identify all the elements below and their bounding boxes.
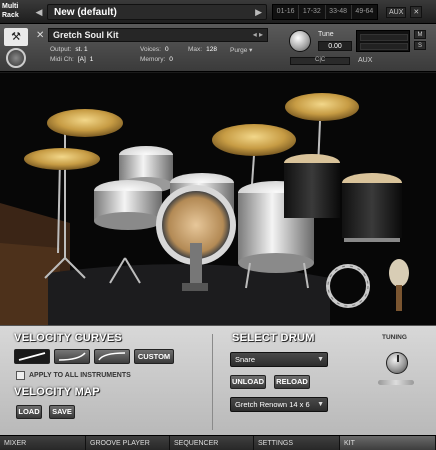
custom-curve-button[interactable]: CUSTOM — [134, 349, 174, 364]
instrument-nav-icon[interactable]: ◂ ▸ — [253, 30, 263, 39]
meter-right — [360, 43, 408, 50]
prev-preset-icon[interactable]: ◀ — [34, 6, 44, 18]
memory-value: 0 — [169, 56, 173, 63]
curve-linear-button[interactable] — [14, 349, 50, 364]
tab-mixer[interactable]: MIXER — [0, 436, 86, 450]
aux-toggle[interactable]: AUX — [386, 6, 407, 18]
purge-menu[interactable]: Purge ▾ — [230, 46, 252, 54]
reload-button[interactable]: RELOAD — [274, 375, 310, 389]
velocity-map-title: VELOCITY MAP — [14, 386, 100, 398]
instrument-name: Gretch Soul Kit — [53, 30, 119, 40]
curve-soft-button[interactable] — [54, 349, 90, 364]
rack-close-icon[interactable]: ✕ — [410, 6, 423, 18]
voices-param: Voices: 0 — [140, 46, 169, 53]
max-param[interactable]: Max: 128 — [188, 46, 217, 53]
kit-control-panel: VELOCITY CURVES CUSTOM APPLY TO ALL INST… — [0, 325, 436, 435]
purge-label: Purge — [230, 47, 248, 54]
pan-value: C|C — [315, 57, 326, 63]
rack-toolbar: Multi Rack ◀ New (default) ▶ 01-16 17-32… — [0, 0, 436, 24]
instrument-header: ⚒ ✕ Gretch Soul Kit ◂ ▸ Output: st. 1 Mid… — [0, 24, 436, 72]
tab-settings[interactable]: SETTINGS — [254, 436, 340, 450]
multi-rack-logo[interactable]: Multi Rack — [2, 2, 28, 22]
logo-line1: Multi — [2, 3, 19, 10]
tab-kit[interactable]: KIT — [340, 436, 436, 450]
select-drum-title: SELECT DRUM — [232, 332, 315, 344]
drum-kit-illustration — [0, 73, 436, 325]
mute-solo-group: M S — [414, 30, 426, 50]
curve-hard-button[interactable] — [94, 349, 130, 364]
panel-divider — [212, 334, 213, 430]
logo-line2: Rack — [2, 12, 19, 19]
drum-kit-image[interactable] — [0, 73, 436, 325]
mute-button[interactable]: M — [414, 30, 426, 39]
tuning-label: TUNING — [382, 334, 407, 341]
tab-sequencer[interactable]: SEQUENCER — [170, 436, 254, 450]
page-tab[interactable]: 01-16 — [273, 5, 300, 19]
tune-knob[interactable] — [289, 30, 311, 52]
chevron-down-icon: ▼ — [317, 356, 324, 363]
memory-label: Memory: — [140, 56, 166, 63]
midi-channel: 1 — [89, 56, 94, 63]
solo-button[interactable]: S — [414, 41, 426, 50]
drum-select-value: Snare — [235, 355, 256, 364]
unload-button[interactable]: UNLOAD — [230, 375, 266, 389]
instrument-icon — [6, 48, 26, 68]
save-map-button[interactable]: SAVE — [49, 405, 75, 419]
rack-right-controls: AUX ✕ — [386, 4, 423, 20]
meter-left — [360, 34, 408, 41]
tuning-range-indicator — [378, 380, 414, 385]
tune-value[interactable]: 0.00 — [318, 41, 352, 51]
level-meter — [356, 30, 410, 52]
page-tab[interactable]: 17-32 — [299, 5, 326, 19]
drum-sample-select[interactable]: Gretch Renown 14 x 6 ▼ — [230, 397, 328, 412]
midi-port: [A] — [77, 56, 86, 63]
apply-all-checkbox[interactable] — [16, 371, 25, 380]
voices-value: 0 — [164, 46, 169, 53]
preset-menu-icon[interactable]: ▶ — [255, 7, 262, 18]
output-label: Output: — [50, 46, 72, 53]
voices-label: Voices: — [140, 46, 161, 53]
drum-select[interactable]: Snare ▼ — [230, 352, 328, 367]
tuning-knob[interactable] — [386, 352, 408, 374]
midi-param[interactable]: Midi Ch: [A] 1 — [50, 56, 93, 63]
output-value: st. 1 — [75, 46, 88, 53]
preset-selector[interactable]: New (default) ▶ — [47, 4, 267, 20]
output-param[interactable]: Output: st. 1 — [50, 46, 88, 53]
page-tab[interactable]: 49-64 — [352, 5, 377, 19]
page-tab[interactable]: 33-48 — [326, 5, 352, 19]
curve-hard-icon — [98, 352, 126, 361]
max-label: Max: — [188, 46, 203, 53]
tab-groove-player[interactable]: GROOVE PLAYER — [86, 436, 170, 450]
curve-soft-icon — [58, 352, 86, 361]
chevron-down-icon: ▼ — [317, 401, 324, 408]
midi-label: Midi Ch: — [50, 56, 74, 63]
max-value: 128 — [206, 46, 217, 53]
aux-button[interactable]: AUX — [358, 57, 372, 64]
pan-slider[interactable]: C|C — [290, 57, 350, 65]
memory-param: Memory: 0 — [140, 56, 173, 63]
velocity-curves-title: VELOCITY CURVES — [14, 332, 123, 344]
close-instrument-icon[interactable]: ✕ — [36, 30, 44, 41]
drum-sample-value: Gretch Renown 14 x 6 — [235, 400, 310, 409]
instrument-name-field[interactable]: Gretch Soul Kit ◂ ▸ — [48, 28, 268, 42]
load-map-button[interactable]: LOAD — [16, 405, 42, 419]
wrench-icon[interactable]: ⚒ — [4, 28, 28, 46]
curve-linear-icon — [18, 352, 46, 361]
tune-label: Tune — [318, 31, 334, 38]
apply-all-label: APPLY TO ALL INSTRUMENTS — [29, 372, 131, 379]
rack-page-selector: 01-16 17-32 33-48 49-64 — [272, 4, 378, 20]
bottom-tab-bar: MIXER GROOVE PLAYER SEQUENCER SETTINGS K… — [0, 435, 436, 450]
preset-name: New (default) — [54, 7, 117, 18]
